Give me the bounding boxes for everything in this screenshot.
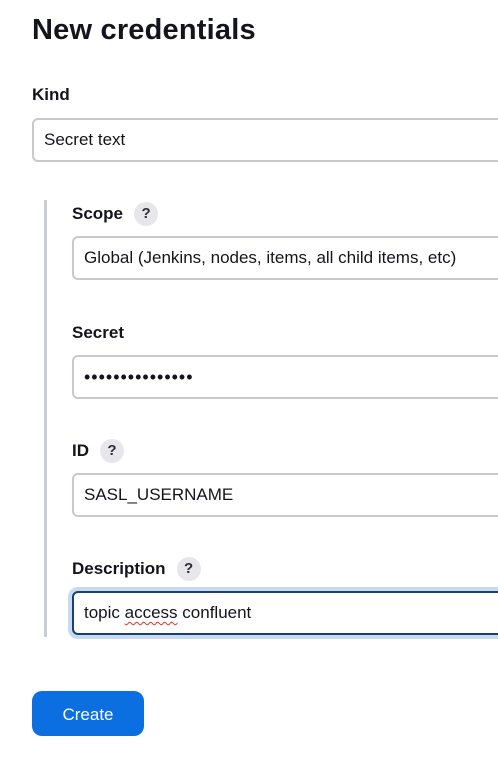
scope-select[interactable]: Global (Jenkins, nodes, items, all child… <box>72 236 498 280</box>
secret-label: Secret <box>72 321 124 345</box>
secret-label-text: Secret <box>72 323 124 342</box>
description-help-icon[interactable]: ? <box>176 557 201 581</box>
description-label: Description ? <box>72 557 201 581</box>
id-label-text: ID <box>72 441 89 460</box>
id-field[interactable]: SASL_USERNAME <box>72 473 498 517</box>
id-help-icon[interactable]: ? <box>100 439 124 463</box>
id-field-value: SASL_USERNAME <box>84 485 234 504</box>
kind-label: Kind <box>32 83 70 107</box>
new-credentials-page: New credentials Kind Secret text Scope ?… <box>0 0 498 765</box>
scope-help-icon[interactable]: ? <box>134 202 159 226</box>
secret-masked-value: ••••••••••••••• <box>84 367 194 387</box>
scope-select-value: Global (Jenkins, nodes, items, all child… <box>84 248 457 267</box>
page-title: New credentials <box>32 14 256 46</box>
kind-select[interactable]: Secret text <box>32 118 498 162</box>
id-label: ID ? <box>72 439 124 463</box>
secret-field[interactable]: ••••••••••••••• <box>72 355 498 399</box>
description-label-text: Description <box>72 559 166 578</box>
description-value-after: confluent <box>177 603 252 622</box>
kind-select-value: Secret text <box>44 130 126 149</box>
create-button[interactable]: Create <box>32 691 144 736</box>
description-field[interactable]: topic access confluent <box>72 591 498 635</box>
kind-label-text: Kind <box>32 85 70 104</box>
scope-label: Scope ? <box>72 202 159 226</box>
description-value-misspelled: access <box>124 603 178 622</box>
section-indent-bar <box>44 200 47 637</box>
description-value-before: topic <box>84 603 125 622</box>
scope-label-text: Scope <box>72 204 124 223</box>
